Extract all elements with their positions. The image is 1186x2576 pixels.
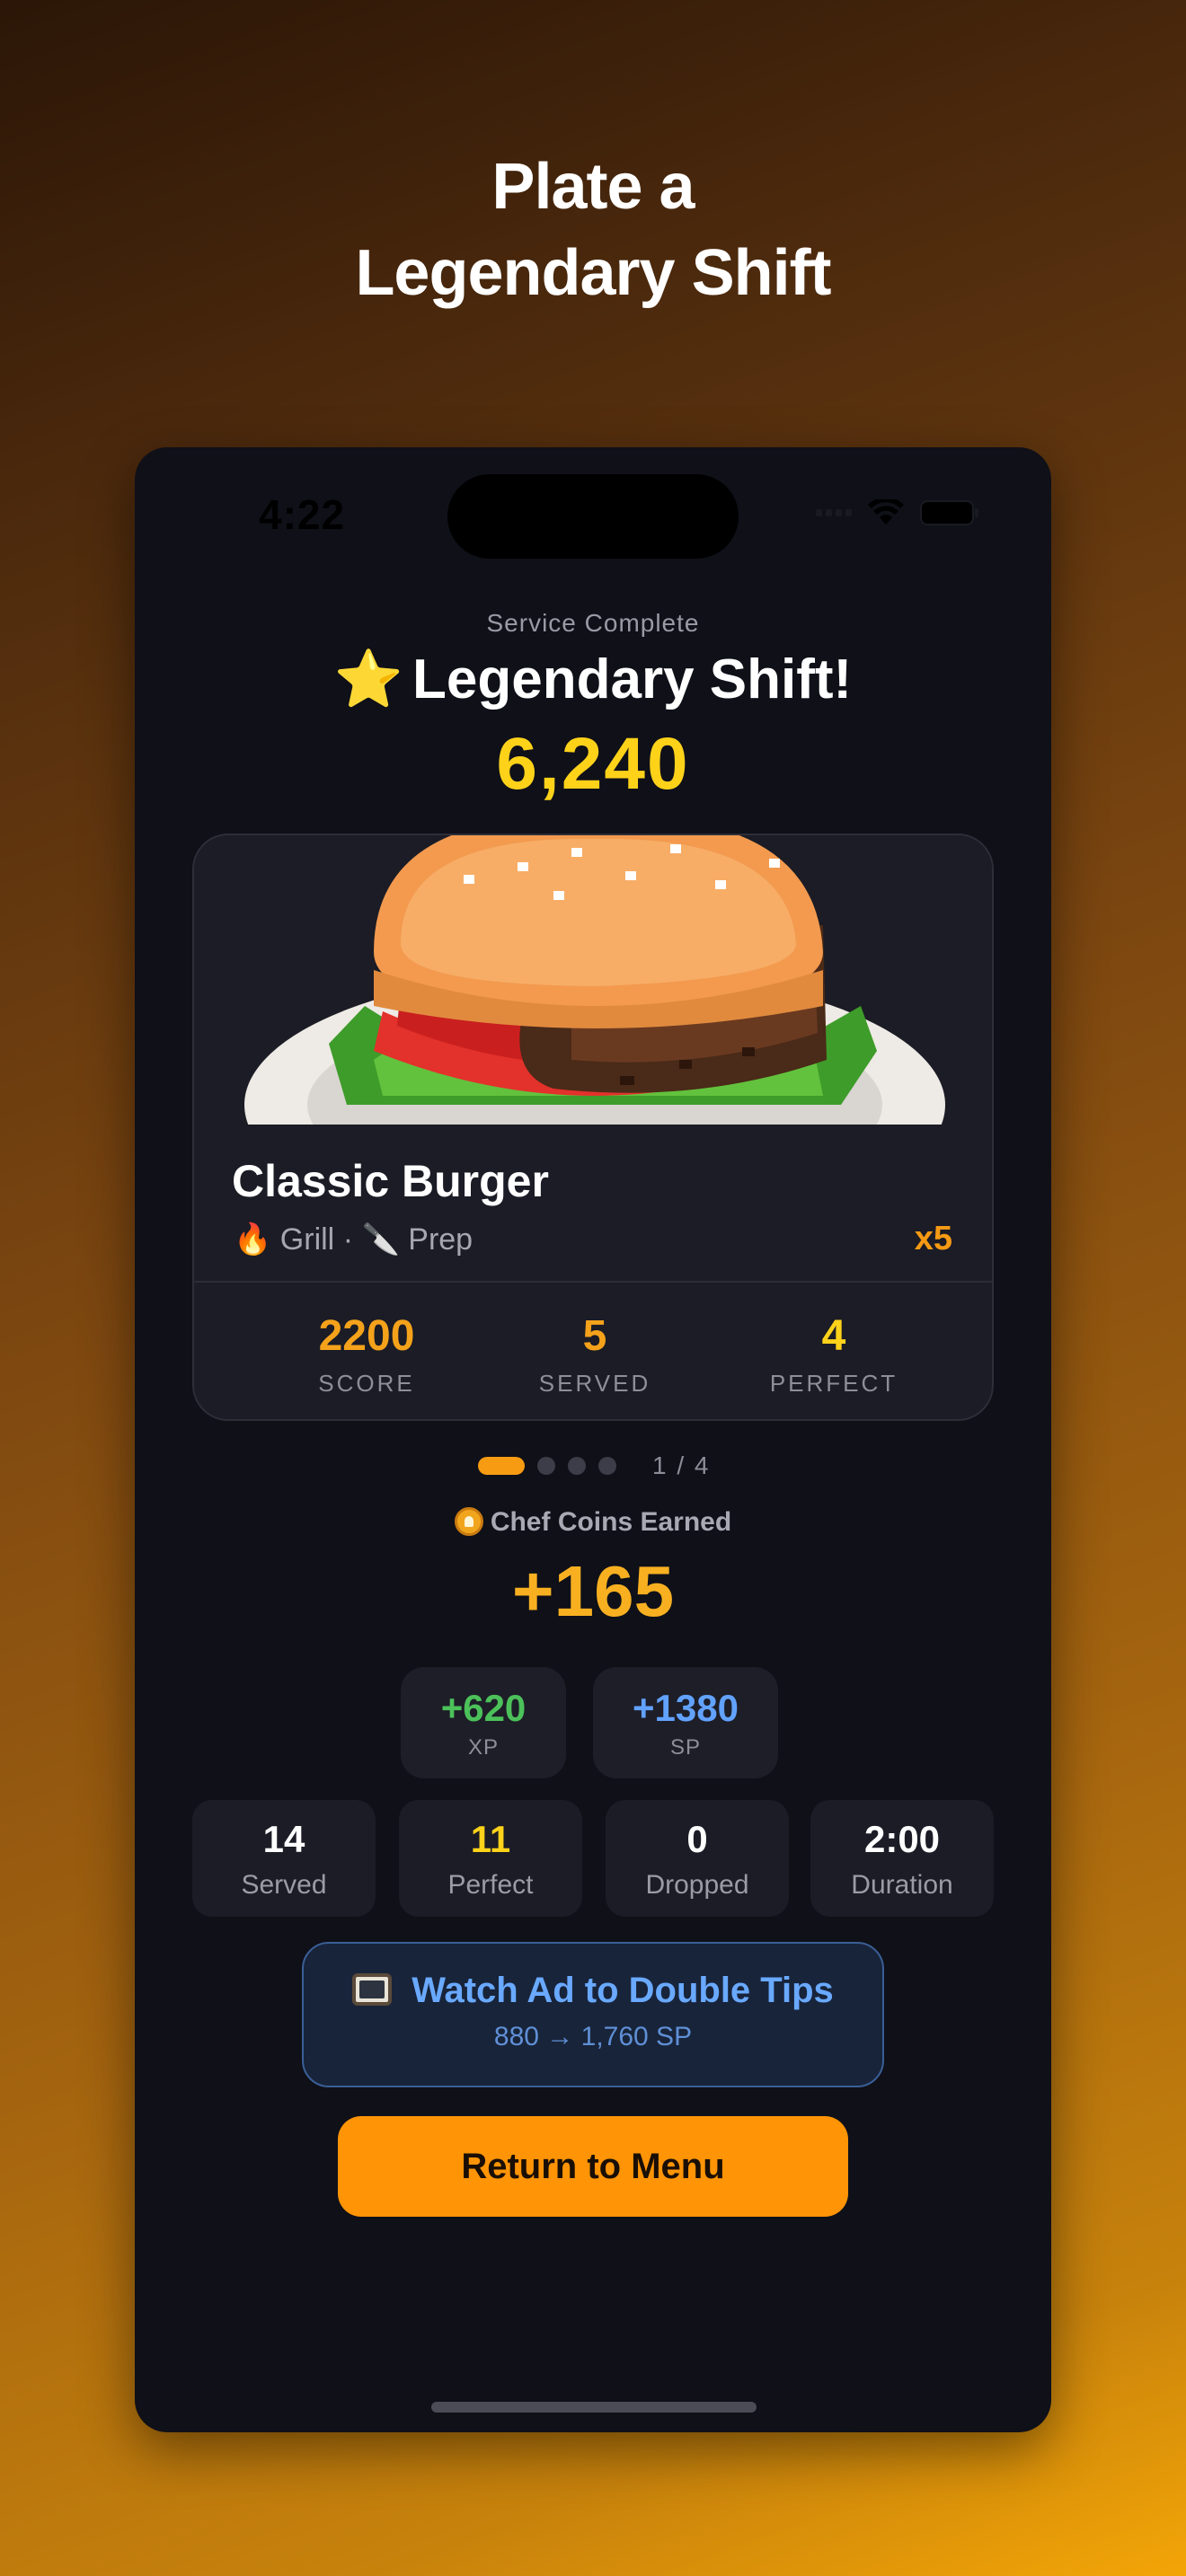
dish-stat-value: 5 [582,1312,607,1360]
chef-coins-label: Chef Coins Earned [135,1507,1051,1538]
home-indicator[interactable] [431,2402,757,2413]
results-title: ⭐ Legendary Shift! [135,647,1051,712]
service-complete-label: Service Complete [486,609,700,637]
dish-card[interactable]: Classic Burger 🔥 Grill · 🔪 Prep x5 2200 … [192,834,994,1421]
dynamic-island [447,474,739,559]
summary-perfect: 11 Perfect [399,1800,582,1917]
pager-dot-4[interactable] [598,1457,616,1475]
summary-value: 11 [470,1818,511,1860]
results-title-text: Legendary Shift! [412,648,853,710]
sp-reward: +1380 SP [593,1667,778,1778]
headline-line-1: Plate a [491,151,695,223]
xp-reward: +620 XP [401,1667,566,1778]
promo-headline: Plate a Legendary Shift [0,144,1186,316]
card-divider [194,1281,992,1283]
watch-ad-subtext: 880 → 1,760 SP [493,2022,693,2051]
summary-served: 14 Served [192,1800,376,1917]
xp-value: +620 [440,1687,527,1729]
phone-screen: 4:22 Service Complete ⭐ Legendary Shift! … [135,447,1051,2432]
dish-stat-perfect: 4 PERFECT [744,1311,924,1398]
dish-stat-value: 2200 [318,1312,415,1360]
summary-label: Duration [851,1870,953,1900]
knife-icon: 🔪 [361,1222,400,1257]
summary-value: 0 [686,1818,708,1860]
station-grill: Grill [279,1222,335,1257]
dish-name: Classic Burger [232,1156,549,1206]
battery-icon [920,499,979,526]
summary-label: Dropped [645,1870,749,1900]
chef-coins-label-text: Chef Coins Earned [490,1507,732,1537]
sp-value: +1380 [633,1687,739,1729]
dish-stat-label: PERFECT [769,1370,898,1397]
pager-count: 1 / 4 [652,1451,711,1479]
dish-stat-score: 2200 SCORE [277,1311,456,1398]
cellular-signal-icon [816,509,852,516]
xp-label: XP [467,1735,499,1760]
headline-line-2: Legendary Shift [355,237,831,309]
watch-ad-button[interactable]: Watch Ad to Double Tips 880 → 1,760 SP [302,1942,884,2087]
card-pager[interactable]: 1 / 4 [478,1451,710,1480]
summary-label: Perfect [447,1870,534,1900]
dish-stat-label: SCORE [318,1370,415,1397]
star-icon: ⭐ [333,648,404,710]
dish-stat-served: 5 SERVED [505,1311,685,1398]
status-time: 4:22 [259,491,346,538]
watch-ad-title: Watch Ad to Double Tips [304,1971,882,2011]
tv-icon [352,1973,393,2006]
pager-dot-2[interactable] [537,1457,555,1475]
summary-dropped: 0 Dropped [606,1800,789,1917]
chef-coins-value: +165 [511,1551,675,1631]
summary-value: 14 [262,1818,305,1860]
pager-dot-3[interactable] [568,1457,586,1475]
total-score: 6,240 [496,723,690,805]
return-to-menu-button[interactable]: Return to Menu [338,2116,848,2217]
sp-label: SP [669,1735,701,1760]
chef-coin-icon [454,1507,483,1536]
wifi-icon [868,499,904,526]
watch-ad-label: Watch Ad to Double Tips [412,1971,834,2010]
dish-stat-value: 4 [821,1312,846,1360]
station-separator: · [342,1222,354,1257]
dish-stat-label: SERVED [538,1370,651,1397]
station-prep: Prep [408,1222,474,1257]
summary-label: Served [241,1870,327,1900]
status-indicators [816,499,979,526]
summary-duration: 2:00 Duration [810,1800,994,1917]
dish-stations: 🔥 Grill · 🔪 Prep [234,1222,473,1257]
pager-dot-1[interactable] [478,1457,525,1475]
summary-value: 2:00 [863,1818,941,1860]
dish-multiplier: x5 [914,1220,952,1257]
fire-icon: 🔥 [234,1222,272,1257]
burger-image [194,835,992,1125]
